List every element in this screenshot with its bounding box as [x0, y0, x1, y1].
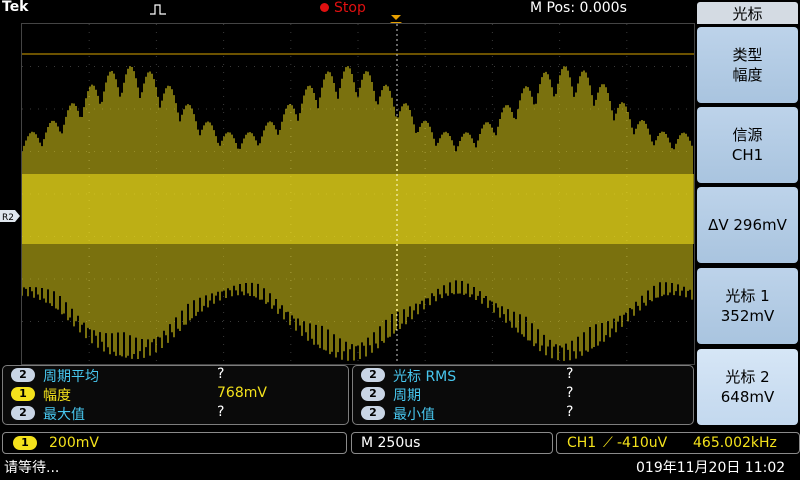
menu-button-cursor-2[interactable]: 光标 2 648mV	[697, 349, 798, 425]
measurement-row[interactable]: 2 最小值 ?	[357, 404, 689, 423]
trigger-source: CH1	[567, 435, 597, 451]
status-message: 请等待...	[4, 460, 60, 476]
menu-button-value: CH1	[731, 146, 764, 164]
waveform-core-band	[22, 174, 694, 244]
measurement-value: ?	[566, 385, 574, 401]
waveform-canvas	[22, 24, 694, 364]
svg-text:R2: R2	[2, 213, 14, 222]
measurement-panel-right: 2 光标 RMS ? 2 周期 ? 2 最小值 ?	[352, 365, 694, 425]
measurement-label: 光标 RMS	[393, 369, 457, 385]
channel-badge: 2	[361, 406, 385, 420]
channel-badge: 2	[11, 368, 35, 382]
trigger-pulse-icon	[150, 4, 166, 15]
measurement-row[interactable]: 1 幅度 768mV	[7, 385, 344, 404]
channel1-scale-box[interactable]: 1 200mV	[2, 432, 347, 454]
menu-title-cursor: 光标	[697, 2, 798, 24]
measurement-label: 最大值	[43, 407, 85, 423]
measurement-row[interactable]: 2 周期平均 ?	[7, 366, 344, 385]
measurement-label: 幅度	[43, 388, 71, 404]
trigger-box[interactable]: CH1 ⟋ -410uV 465.002kHz	[556, 432, 800, 454]
menu-button-label: 类型	[732, 46, 763, 64]
waveform-display[interactable]	[21, 23, 695, 365]
menu-button-label: 信源	[732, 126, 763, 144]
brand-logo: Tek	[2, 0, 29, 15]
measurement-row[interactable]: 2 最大值 ?	[7, 404, 344, 423]
measurement-label: 最小值	[393, 407, 435, 423]
measurement-row[interactable]: 2 周期 ?	[357, 385, 689, 404]
menu-button-label: ΔV 296mV	[708, 216, 787, 234]
measurement-value: ?	[217, 404, 225, 420]
measurement-label: 周期	[393, 388, 421, 404]
channel1-scale: 200mV	[49, 435, 99, 451]
timebase-readout: M 250us	[361, 435, 421, 451]
channel-badge: 2	[361, 387, 385, 401]
status-line: 请等待... 019年11月20日 11:02	[0, 455, 800, 480]
menu-button-type[interactable]: 类型 幅度	[697, 27, 798, 103]
horizontal-position-readout: M Pos: 0.000s	[530, 0, 627, 16]
measurement-value: ?	[566, 404, 574, 420]
channel-badge: 2	[11, 406, 35, 420]
timebase-box[interactable]: M 250us	[351, 432, 553, 454]
trigger-frequency: 465.002kHz	[693, 435, 777, 451]
menu-button-value: 352mV	[720, 307, 775, 325]
measurement-label: 周期平均	[43, 369, 99, 385]
ref2-level-marker[interactable]: R2	[0, 210, 20, 222]
menu-button-delta-v[interactable]: ΔV 296mV	[697, 187, 798, 263]
channel-badge: 1	[13, 436, 37, 450]
measurement-panel-left: 2 周期平均 ? 1 幅度 768mV 2 最大值 ?	[2, 365, 349, 425]
measurement-value: ?	[566, 366, 574, 382]
measurement-row[interactable]: 2 光标 RMS ?	[357, 366, 689, 385]
menu-button-label: 光标 2	[725, 368, 770, 386]
channel-badge: 1	[11, 387, 35, 401]
measurement-value: ?	[217, 366, 225, 382]
measurement-value: 768mV	[217, 385, 267, 401]
channel-badge: 2	[361, 368, 385, 382]
run-state-label: Stop	[334, 0, 366, 16]
menu-button-source[interactable]: 信源 CH1	[697, 107, 798, 183]
stop-indicator-icon	[320, 3, 329, 12]
trigger-slope-icon: ⟋	[603, 435, 613, 451]
menu-button-cursor-1[interactable]: 光标 1 352mV	[697, 268, 798, 344]
menu-button-value: 648mV	[720, 388, 775, 406]
date-time: 019年11月20日 11:02	[636, 460, 786, 476]
menu-button-label: 光标 1	[725, 287, 770, 305]
menu-button-value: 幅度	[732, 66, 763, 84]
trigger-level: -410uV	[617, 435, 668, 451]
